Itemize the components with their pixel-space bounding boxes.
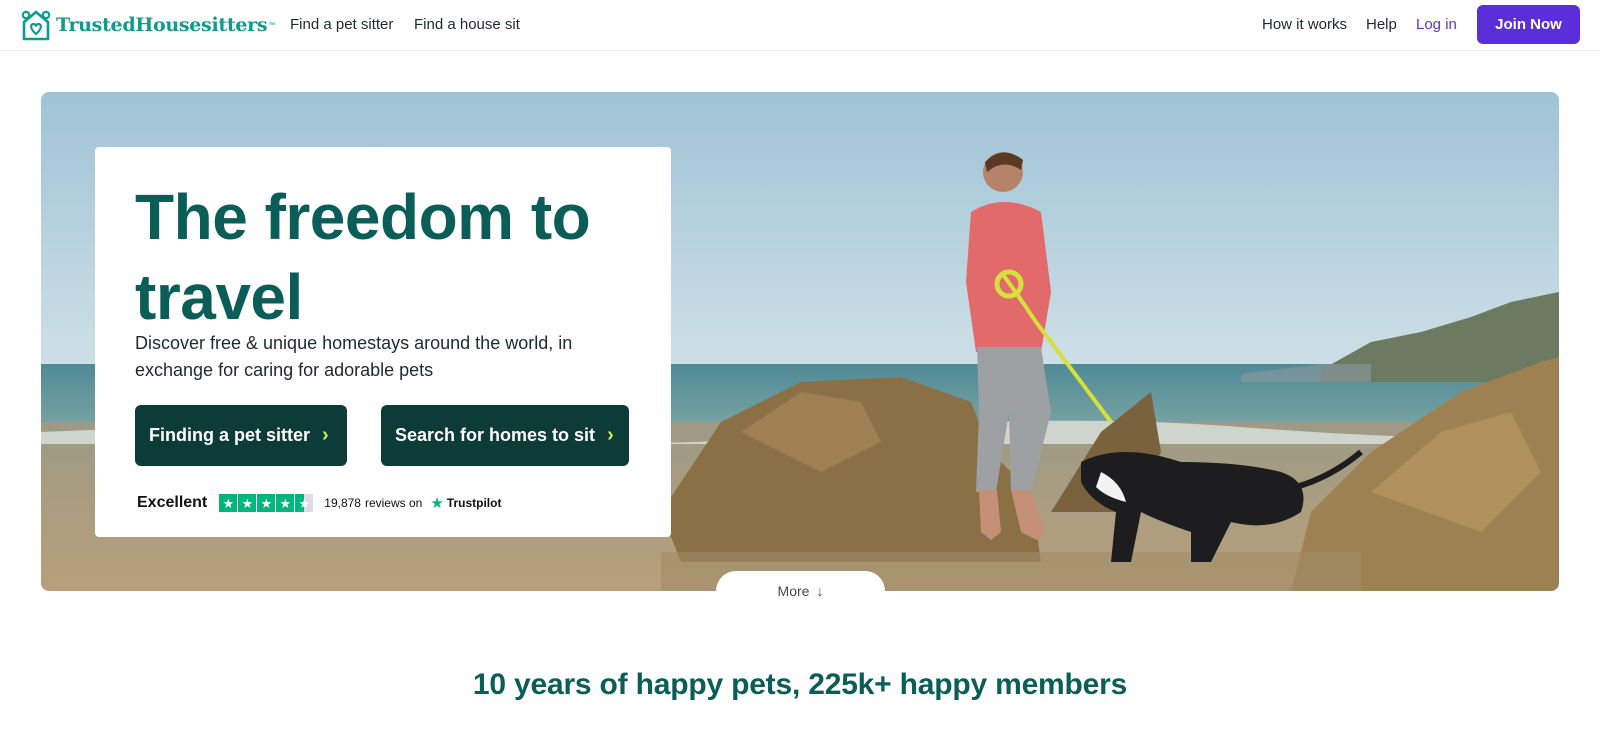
star-icon: ★ xyxy=(238,494,257,512)
chevron-right-icon: › xyxy=(322,424,329,446)
more-label: More xyxy=(777,583,810,599)
chevron-right-icon: › xyxy=(607,424,614,446)
star-icon: ★ xyxy=(276,494,295,512)
house-heart-icon xyxy=(21,10,51,41)
find-pet-sitter-label: Finding a pet sitter xyxy=(149,425,311,445)
hero-subtitle: Discover free & unique homestays around … xyxy=(135,333,573,380)
brand-name: TrustedHousesitters xyxy=(56,14,268,36)
trustpilot-rating-word: Excellent xyxy=(137,494,208,511)
nav-find-pet-sitter[interactable]: Find a pet sitter xyxy=(290,16,393,33)
trustpilot-stars: ★ ★ ★ ★ ★ xyxy=(219,494,314,512)
brand-trademark: ™ xyxy=(268,21,276,29)
hero-title: The freedom to travel xyxy=(135,181,591,333)
arrow-down-icon: ↓ xyxy=(816,583,824,599)
search-homes-button[interactable]: Search for homes to sit › xyxy=(381,405,629,466)
nav-find-house-sit[interactable]: Find a house sit xyxy=(414,16,520,33)
star-icon: ★ xyxy=(219,494,238,512)
login-link[interactable]: Log in xyxy=(1416,16,1457,33)
nav-how-it-works[interactable]: How it works xyxy=(1262,16,1347,33)
trustpilot-review-count: 19,878 xyxy=(324,496,361,510)
top-navigation: TrustedHousesitters ™ Find a pet sitter … xyxy=(0,0,1600,51)
nav-help[interactable]: Help xyxy=(1366,16,1397,33)
find-pet-sitter-button[interactable]: Finding a pet sitter › xyxy=(135,405,347,466)
stats-tagline: 10 years of happy pets, 225k+ happy memb… xyxy=(472,668,1128,701)
search-homes-label: Search for homes to sit xyxy=(395,425,596,445)
trustpilot-widget[interactable]: Excellent ★ ★ ★ ★ ★ 19,878 reviews on ★ … xyxy=(137,492,501,514)
star-icon: ★ xyxy=(257,494,276,512)
join-now-button[interactable]: Join Now xyxy=(1477,5,1580,44)
brand-logo[interactable]: TrustedHousesitters ™ xyxy=(20,7,275,43)
trustpilot-star-icon: ★ xyxy=(430,495,444,512)
hero-card: The freedom to travel Discover free & un… xyxy=(95,147,671,537)
more-button[interactable]: More ↓ xyxy=(716,571,885,611)
trustpilot-logo: Trustpilot xyxy=(446,496,502,510)
trustpilot-reviews-on: reviews on xyxy=(364,496,423,510)
half-star-icon: ★ xyxy=(295,494,314,512)
